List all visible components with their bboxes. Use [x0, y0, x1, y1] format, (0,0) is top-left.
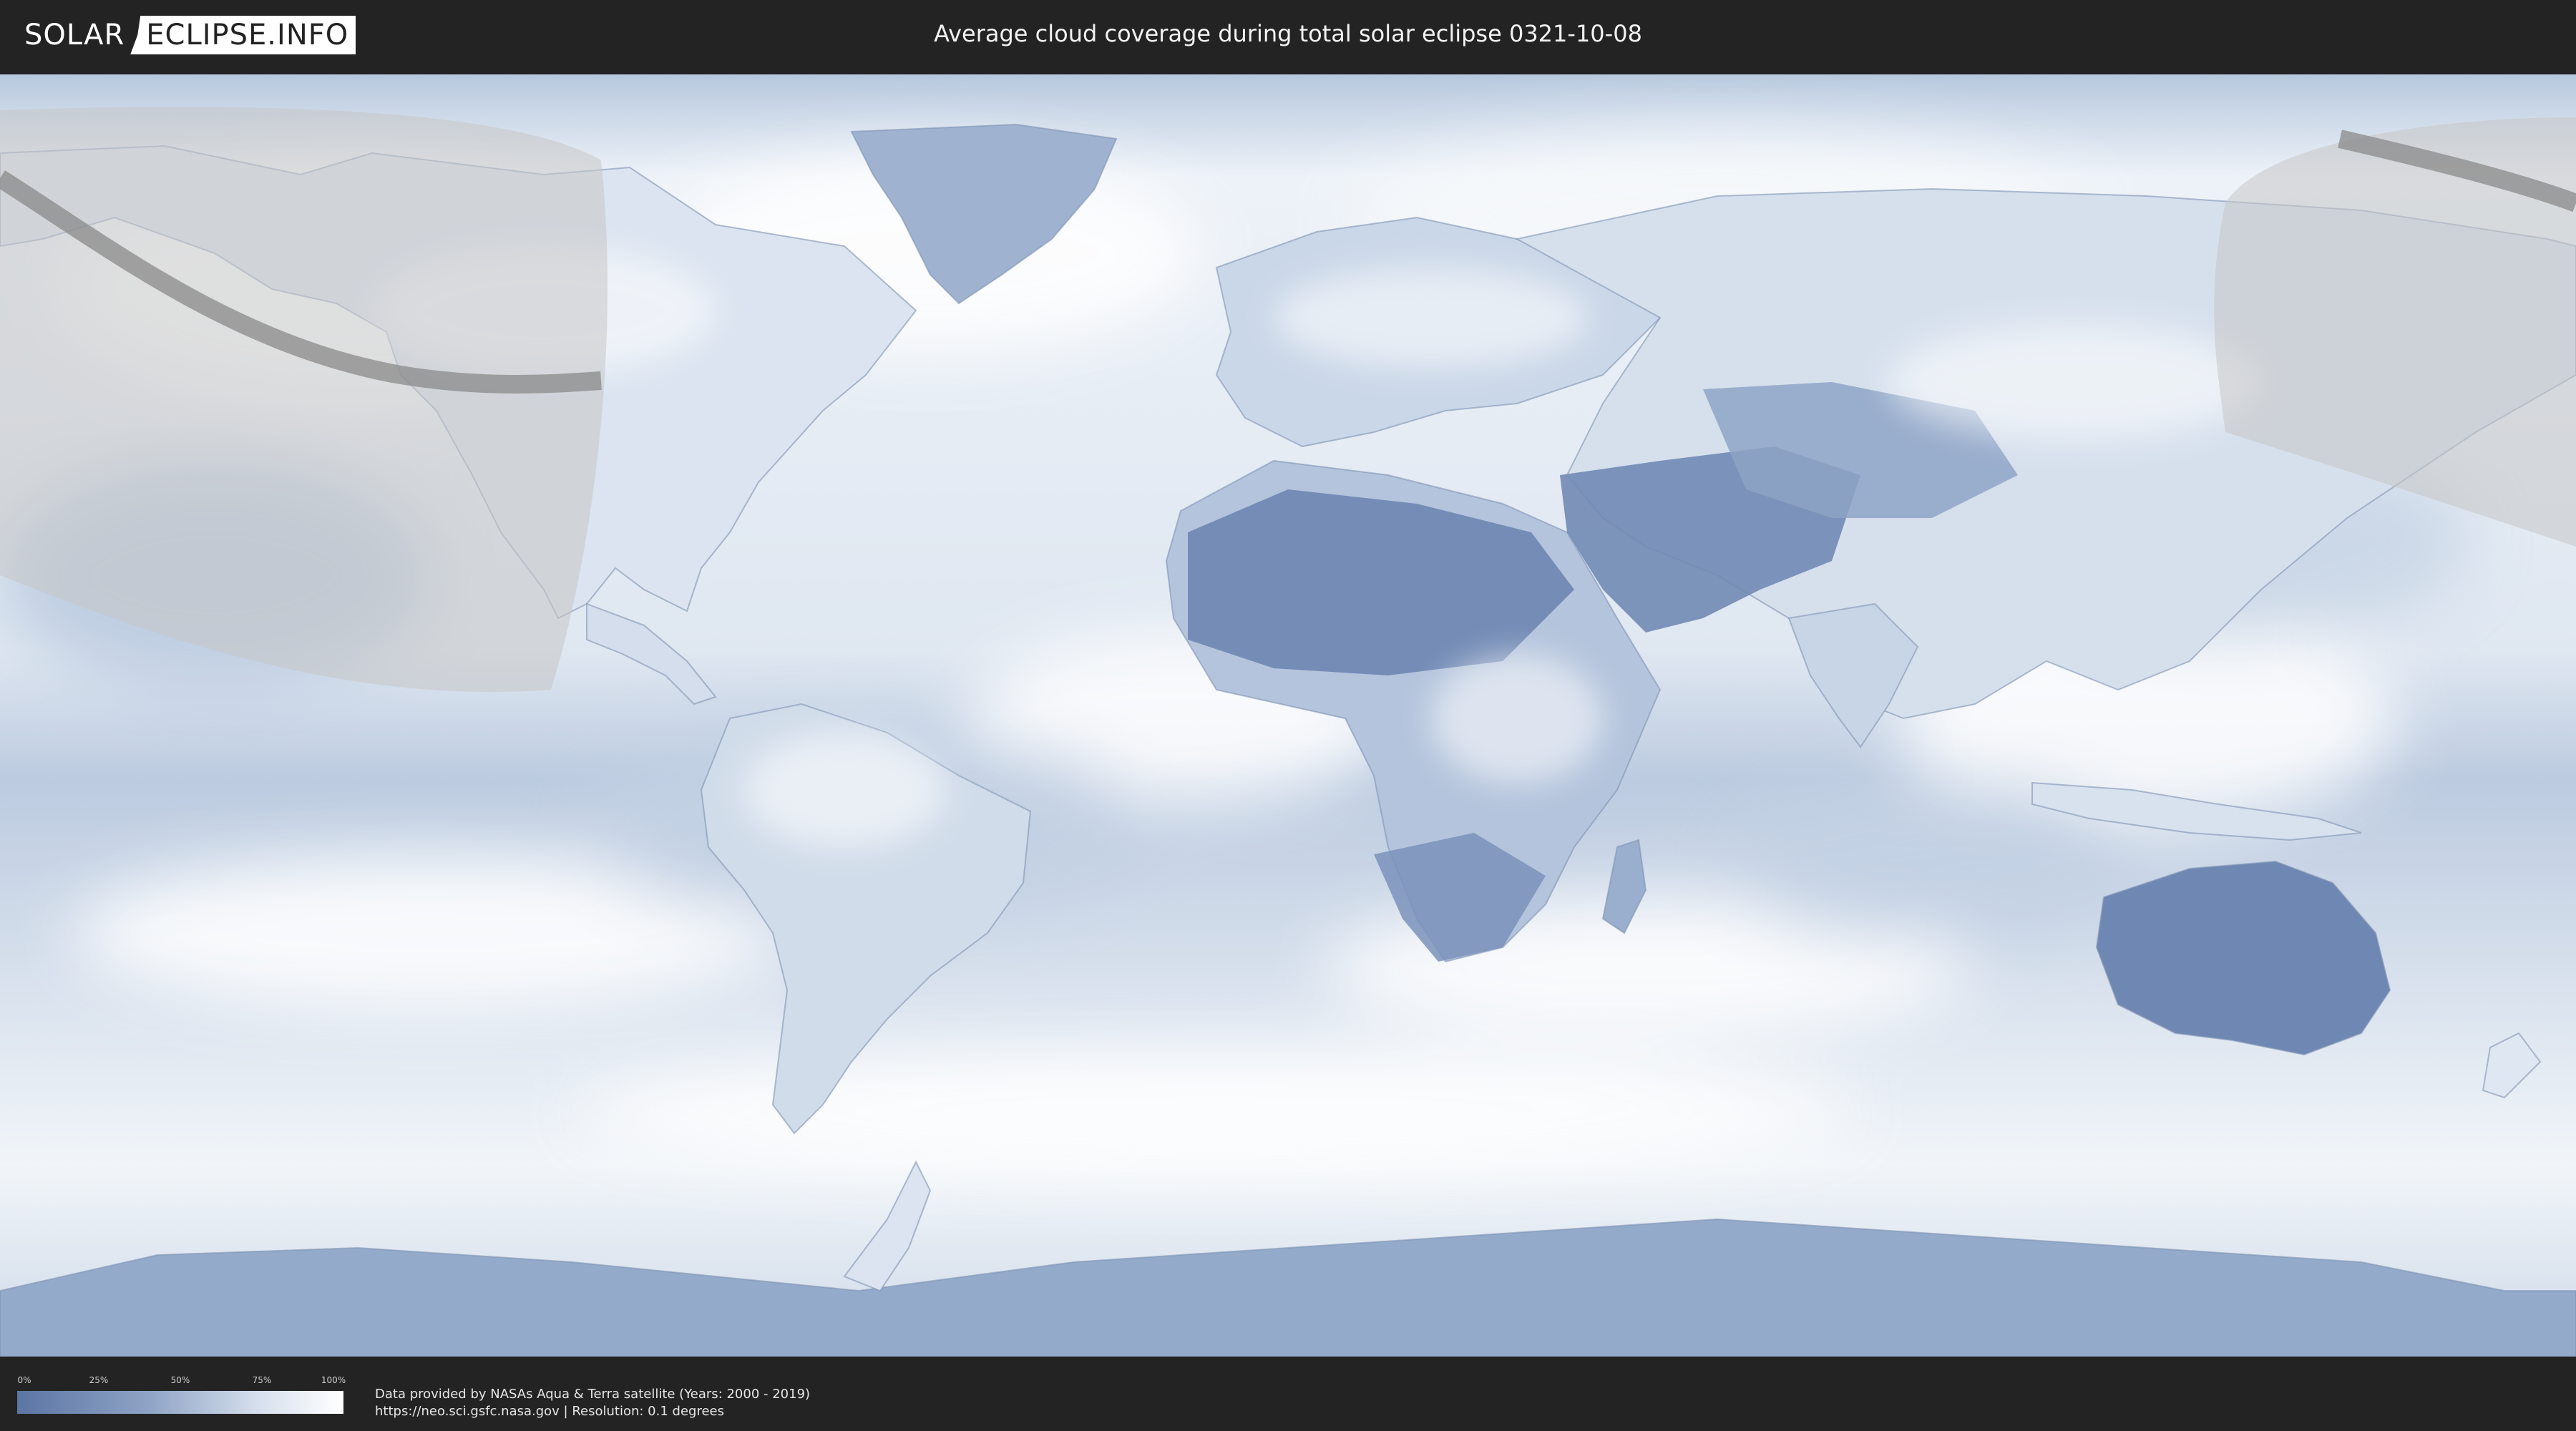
legend-tick-0: 0%	[17, 1375, 31, 1385]
legend-tick-100: 100%	[321, 1375, 346, 1385]
footer-bar: 0% 25% 50% 75% 100% Data provided by NAS…	[0, 1359, 2576, 1431]
cloud-coverage-legend-bar	[17, 1391, 343, 1414]
page-title: Average cloud coverage during total sola…	[934, 20, 1642, 47]
penumbra-overlay-west	[0, 107, 608, 693]
header-bar: SOLAR ECLIPSE.INFO Average cloud coverag…	[0, 0, 2576, 72]
data-credit-line-1: Data provided by NASAs Aqua & Terra sate…	[375, 1387, 811, 1402]
cloud-coverage-map	[0, 74, 2576, 1357]
data-credit-line-2: https://neo.sci.gsfc.nasa.gov | Resoluti…	[375, 1404, 724, 1419]
legend-tick-75: 75%	[252, 1375, 272, 1385]
world-map-svg	[0, 74, 2576, 1357]
legend-tick-50: 50%	[170, 1375, 190, 1385]
legend-tick-25: 25%	[89, 1375, 109, 1385]
